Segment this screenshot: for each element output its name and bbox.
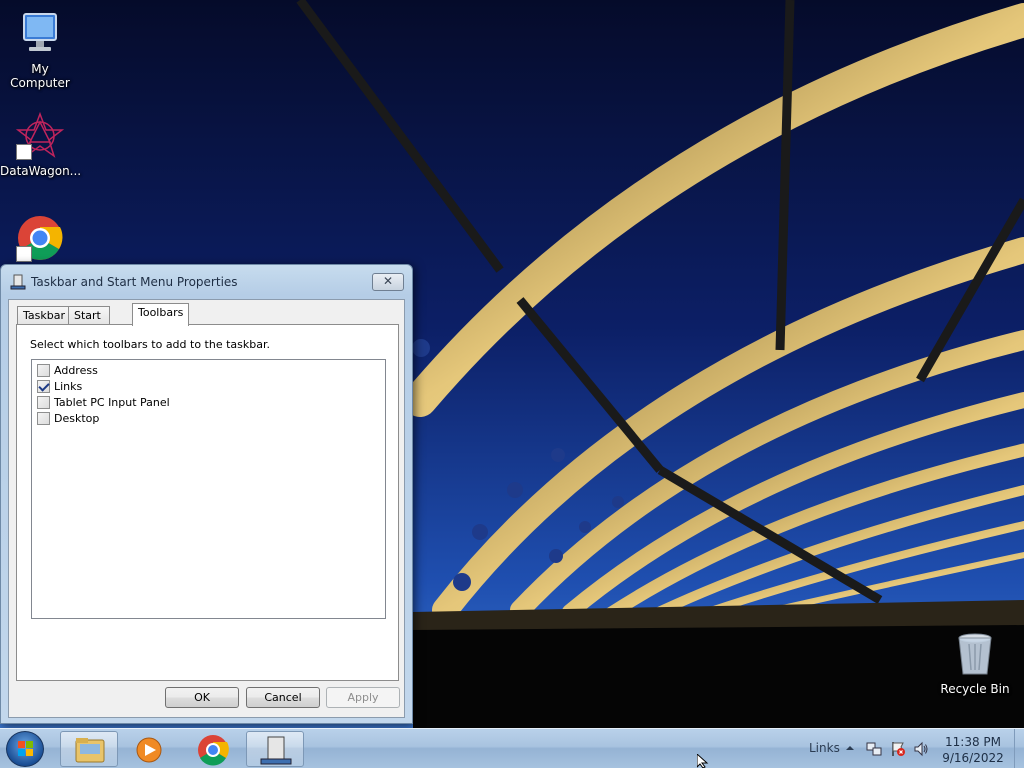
action-center-flag-icon[interactable]: [890, 741, 906, 757]
shortcut-arrow-icon: [16, 144, 32, 160]
network-icon[interactable]: [866, 741, 882, 757]
toolbars-tab-page: Select which toolbars to add to the task…: [16, 324, 399, 681]
taskbar-app-chrome[interactable]: [184, 731, 242, 767]
taskbar-properties-icon: [10, 274, 26, 290]
taskbar-app-taskbar-properties[interactable]: [246, 731, 304, 767]
list-item-label: Address: [54, 364, 98, 377]
clock-time: 11:38 PM: [945, 735, 1001, 749]
cancel-button[interactable]: Cancel: [246, 687, 320, 708]
system-clock[interactable]: 11:38 PM 9/16/2022: [930, 734, 1016, 766]
desktop-icon-recycle-bin[interactable]: Recycle Bin: [935, 630, 1015, 696]
start-button[interactable]: [6, 731, 44, 767]
shortcut-arrow-icon: [16, 246, 32, 262]
desktop-icon-label: My Computer: [10, 62, 70, 90]
apply-button[interactable]: Apply: [326, 687, 400, 708]
tab-taskbar[interactable]: Taskbar: [17, 306, 71, 325]
list-item-label: Links: [54, 380, 83, 393]
desktop-icon-label: Recycle Bin: [940, 682, 1010, 696]
ok-button[interactable]: OK: [165, 687, 239, 708]
title-bar[interactable]: Taskbar and Start Menu Properties ✕: [1, 265, 412, 299]
volume-icon[interactable]: [913, 741, 929, 757]
dialog-title: Taskbar and Start Menu Properties: [31, 275, 238, 289]
close-button[interactable]: ✕: [372, 273, 404, 291]
chevron-up-icon[interactable]: [845, 743, 861, 759]
list-item-label: Desktop: [54, 412, 100, 425]
desktop-icon-label: DataWagon...: [0, 164, 82, 178]
folder-icon: [75, 738, 105, 763]
datawagon-icon: [15, 111, 65, 160]
chrome-icon: [16, 214, 64, 262]
instruction-text: Select which toolbars to add to the task…: [30, 338, 270, 351]
taskbar-app-explorer[interactable]: [60, 731, 118, 767]
clock-date: 9/16/2022: [942, 751, 1004, 765]
desktop-icon-my-computer[interactable]: My Computer: [0, 10, 80, 90]
taskbar-app-media-player[interactable]: [120, 731, 178, 767]
taskbar: Links 11:38 PM 9/16/2022: [0, 728, 1024, 768]
toolbar-list[interactable]: Address Links Tablet PC Input Panel Desk…: [31, 359, 386, 619]
links-toolbar[interactable]: Links: [809, 741, 840, 755]
taskbar-properties-icon: [260, 736, 292, 765]
computer-icon: [16, 10, 64, 58]
list-item-label: Tablet PC Input Panel: [54, 396, 170, 409]
checkbox-tablet-pc-input-panel[interactable]: [37, 396, 50, 409]
recycle-bin-icon: [951, 630, 999, 678]
windows-logo-icon: [18, 741, 33, 756]
checkbox-desktop[interactable]: [37, 412, 50, 425]
dialog-client-area: Taskbar Start Menu Toolbars Select which…: [8, 299, 405, 718]
show-desktop-button[interactable]: [1014, 729, 1024, 768]
media-player-icon: [136, 737, 162, 763]
checkbox-links[interactable]: [37, 380, 50, 393]
chrome-icon: [198, 735, 229, 766]
taskbar-properties-dialog: Taskbar and Start Menu Properties ✕ Task…: [0, 264, 413, 724]
mouse-cursor-icon: [697, 754, 709, 768]
tab-toolbars[interactable]: Toolbars: [132, 303, 190, 326]
desktop-icon-datawagon[interactable]: DataWagon...: [0, 111, 82, 178]
checkbox-address[interactable]: [37, 364, 50, 377]
tab-start-menu[interactable]: Start Menu: [68, 306, 111, 339]
desktop-icon-chrome[interactable]: [0, 214, 80, 266]
